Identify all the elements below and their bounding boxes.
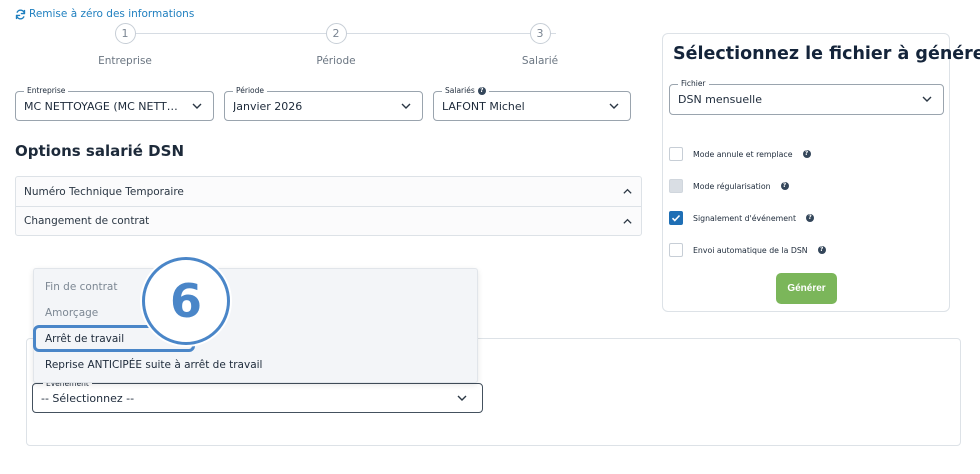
step-label: Période xyxy=(316,55,356,67)
accordion-numero-technique[interactable]: Numéro Technique Temporaire xyxy=(16,177,641,206)
chevron-up-icon xyxy=(623,218,632,224)
checkbox-label: Mode annule et remplace xyxy=(693,149,793,159)
chevron-down-icon xyxy=(457,395,467,401)
options-checklist: Mode annule et remplace ? Mode régularis… xyxy=(669,138,826,266)
salaries-select[interactable]: Salariés ? LAFONT Michel xyxy=(433,86,631,121)
step-periode[interactable]: 2 Période xyxy=(276,23,396,67)
periode-value: Janvier 2026 xyxy=(233,100,303,113)
help-icon[interactable]: ? xyxy=(806,214,815,222)
chevron-down-icon xyxy=(401,103,411,109)
step-label: Salarié xyxy=(521,55,559,67)
step-callout: 6 xyxy=(142,257,230,345)
chevron-up-icon xyxy=(623,188,632,194)
step-number: 3 xyxy=(529,23,551,44)
fichier-value: DSN mensuelle xyxy=(678,93,762,106)
salaries-value: LAFONT Michel xyxy=(442,100,525,113)
help-icon[interactable]: ? xyxy=(802,150,811,158)
step-salarie[interactable]: 3 Salarié xyxy=(480,23,600,67)
check-row-annule-remplace: Mode annule et remplace ? xyxy=(669,138,826,170)
help-icon[interactable]: ? xyxy=(817,246,826,254)
reset-link[interactable]: Remise à zéro des informations xyxy=(15,8,194,20)
reset-label: Remise à zéro des informations xyxy=(29,8,195,20)
help-icon[interactable]: ? xyxy=(477,86,486,95)
generate-button[interactable]: Générer xyxy=(776,273,837,304)
checkbox-annule-remplace[interactable] xyxy=(669,147,683,161)
options-accordion: Numéro Technique Temporaire Changement d… xyxy=(15,176,642,236)
check-row-envoi-auto: Envoi automatique de la DSN ? xyxy=(669,234,826,266)
entreprise-label: Entreprise xyxy=(27,86,66,95)
fichier-label: Fichier xyxy=(681,79,706,88)
step-entreprise[interactable]: 1 Entreprise xyxy=(65,23,185,67)
checkbox-label: Envoi automatique de la DSN xyxy=(693,245,808,255)
entreprise-select[interactable]: Entreprise MC NETTOYAGE (MC NETTOYAGE) xyxy=(15,86,214,121)
periode-select[interactable]: Période Janvier 2026 xyxy=(224,86,423,121)
check-row-signalement: Signalement d'événement ? xyxy=(669,202,826,234)
periode-label: Période xyxy=(236,86,265,95)
accordion-changement-contrat[interactable]: Changement de contrat xyxy=(16,206,641,235)
salaries-label: Salariés xyxy=(445,86,475,95)
step-number: 2 xyxy=(325,23,347,44)
checkbox-envoi-auto[interactable] xyxy=(669,243,683,257)
help-icon[interactable]: ? xyxy=(780,182,789,190)
entreprise-value: MC NETTOYAGE (MC NETTOYAGE) xyxy=(24,100,181,113)
event-select[interactable]: Evénement -- Sélectionnez -- xyxy=(32,379,483,413)
dropdown-option-fin-de-contrat: Fin de contrat xyxy=(45,281,118,293)
chevron-down-icon xyxy=(192,103,202,109)
checkmark-icon xyxy=(671,214,681,222)
check-row-regularisation: Mode régularisation ? xyxy=(669,170,826,202)
accordion-label: Changement de contrat xyxy=(24,215,150,227)
fichier-select[interactable]: Fichier DSN mensuelle xyxy=(669,79,944,115)
file-panel: Sélectionnez le fichier à générer Fichie… xyxy=(662,33,980,312)
checkbox-label: Signalement d'événement xyxy=(693,213,797,223)
dropdown-option-reprise-anticipee[interactable]: Reprise ANTICIPÉE suite à arrêt de trava… xyxy=(45,359,262,371)
accordion-label: Numéro Technique Temporaire xyxy=(24,185,184,198)
refresh-icon xyxy=(15,9,26,19)
step-label: Entreprise xyxy=(98,55,152,67)
options-title: Options salarié DSN xyxy=(15,142,184,160)
checkbox-regularisation xyxy=(669,179,683,193)
checkbox-label: Mode régularisation xyxy=(693,181,771,191)
dropdown-option-amorcage: Amorçage xyxy=(45,307,99,319)
chevron-down-icon xyxy=(922,96,932,102)
callout-number: 6 xyxy=(169,274,202,328)
chevron-down-icon xyxy=(609,103,619,109)
step-number: 1 xyxy=(114,23,136,44)
stepper: 1 Entreprise 2 Période 3 Salarié xyxy=(15,23,641,73)
checkbox-signalement[interactable] xyxy=(669,211,683,225)
file-panel-title: Sélectionnez le fichier à générer xyxy=(673,44,980,64)
event-value: -- Sélectionnez -- xyxy=(41,392,135,405)
